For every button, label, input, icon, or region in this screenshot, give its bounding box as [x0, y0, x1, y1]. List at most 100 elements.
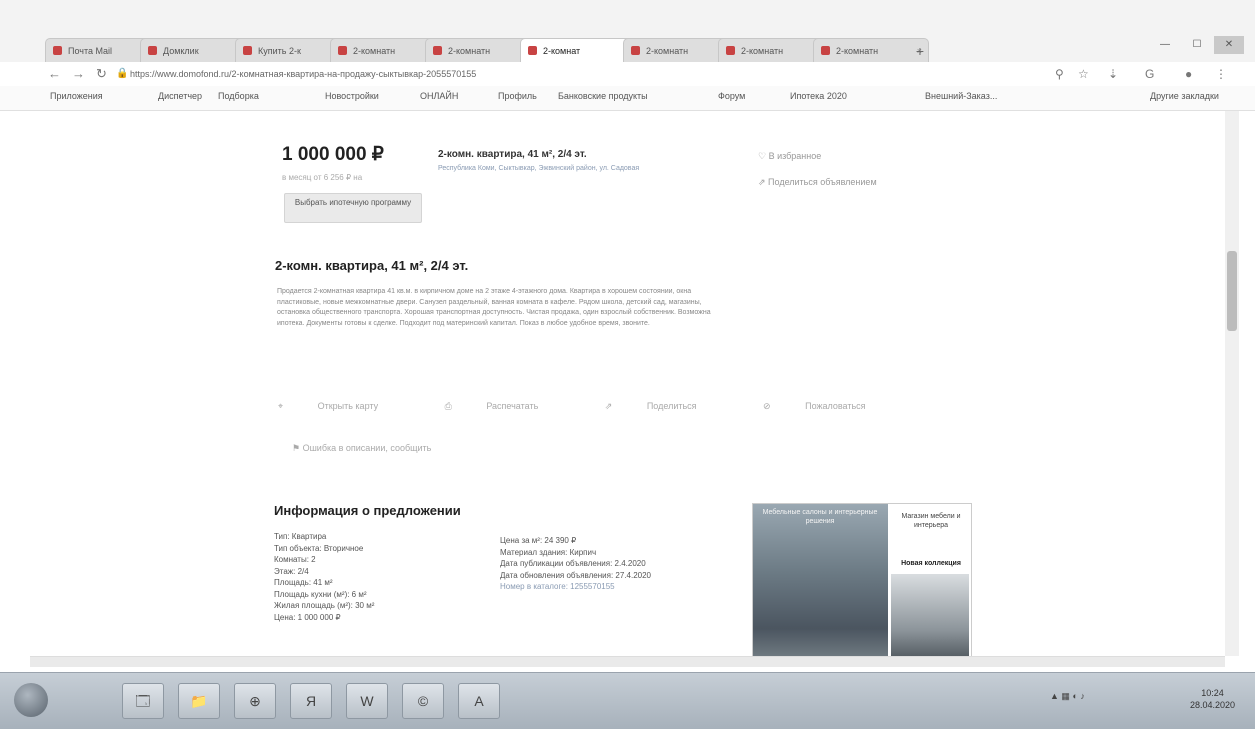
taskbar-acrobat[interactable]: A: [458, 683, 500, 719]
tab-favicon-icon: [338, 46, 347, 55]
taskbar-yandex[interactable]: Я: [290, 683, 332, 719]
back-icon[interactable]: ←: [48, 66, 61, 81]
info-row: Этаж: 2/4: [274, 566, 309, 576]
heart-icon: ♡: [758, 151, 769, 161]
card-address[interactable]: Республика Коми, Сыктывкар, Эжвинский ра…: [438, 164, 673, 173]
favorite-button[interactable]: ♡ В избранное: [758, 151, 821, 162]
star-icon[interactable]: ☆: [1078, 67, 1089, 81]
system-tray[interactable]: ▲ ▦ ◐ ♪: [1050, 691, 1085, 702]
scrollbar-thumb[interactable]: [1227, 251, 1237, 331]
windows-taskbar: 🗔 📁 ⊕ Я W © A ▲ ▦ ◐ ♪ 10:24 28.04.2020: [0, 672, 1255, 729]
info-row: Дата публикации объявления: 2.4.2020: [500, 559, 646, 568]
search-icon[interactable]: ⚲: [1055, 67, 1064, 81]
horizontal-scrollbar[interactable]: [30, 656, 1225, 667]
tab-label: 2-комнат: [543, 46, 581, 56]
bookmark-item[interactable]: Форум: [718, 91, 745, 101]
report-error-label: Ошибка в описании, сообщить: [302, 443, 432, 453]
report-label: Пожаловаться: [805, 401, 866, 411]
print-icon: ⎙: [444, 401, 455, 411]
new-tab-button[interactable]: +: [910, 42, 930, 60]
share-icon: ⇗: [604, 401, 615, 411]
vertical-scrollbar[interactable]: [1225, 111, 1239, 656]
bookmark-item[interactable]: Банковские продукты: [558, 91, 648, 101]
browser-toolbar: ← → ↻ 🔒 https://www.domofond.ru/2-комнат…: [0, 62, 1255, 87]
info-right-list: Цена за м²: 24 390 ₽ Материал здания: Ки…: [500, 535, 651, 593]
ad-right-text: Магазин мебели и интерьера: [901, 513, 961, 529]
listing-description: Продается 2-комнатная квартира 41 кв.м. …: [277, 288, 711, 327]
extension-icon[interactable]: ⇣: [1108, 67, 1118, 81]
info-row: Тип объекта: Вторичное: [274, 543, 364, 553]
taskbar-word[interactable]: W: [346, 683, 388, 719]
info-row: Жилая площадь (м²): 30 м²: [274, 601, 375, 610]
bookmark-item[interactable]: Подборка: [218, 91, 259, 101]
info-row: Комнаты: 2: [274, 555, 316, 564]
tab-favicon-icon: [631, 46, 640, 55]
profile-avatar-icon[interactable]: ●: [1185, 67, 1192, 81]
share-label: Поделиться объявлением: [768, 177, 877, 187]
network-icon[interactable]: ▲ ▦ ◐ ♪: [1050, 691, 1085, 701]
map-icon: ⌖: [278, 401, 286, 411]
bookmark-apps[interactable]: Приложения: [50, 91, 103, 101]
taskbar-app[interactable]: ©: [402, 683, 444, 719]
bookmark-item[interactable]: Профиль: [498, 91, 537, 101]
taskbar-folder[interactable]: 📁: [178, 683, 220, 719]
google-icon[interactable]: G: [1145, 67, 1154, 81]
address-bar[interactable]: https://www.domofond.ru/2-комнатная-квар…: [130, 65, 1030, 83]
info-title: Информация о предложении: [274, 503, 461, 518]
info-row: Цена за м²: 24 390 ₽: [500, 536, 577, 545]
ad-left-text: Мебельные салоны и интерьерные решения: [762, 509, 878, 525]
favorite-label: В избранное: [768, 151, 822, 161]
info-row[interactable]: Номер в каталоге: 1255570155: [500, 581, 651, 593]
bookmark-item[interactable]: Внешний-Заказ...: [925, 91, 997, 101]
report-error-link[interactable]: ⚑ Ошибка в описании, сообщить: [292, 443, 431, 454]
bookmark-other[interactable]: Другие закладки: [1150, 91, 1219, 101]
bookmark-item[interactable]: Диспетчер: [158, 91, 202, 101]
report-button[interactable]: ⊘ Пожаловаться: [763, 401, 897, 411]
menu-icon[interactable]: ⋮: [1215, 67, 1227, 81]
map-button[interactable]: ⌖ Открыть карту: [278, 401, 410, 411]
reload-icon[interactable]: ↻: [96, 66, 107, 82]
browser-tab-strip: Почта Mail× Домклик× Купить 2-к× 2-комна…: [0, 0, 1255, 63]
forward-icon[interactable]: →: [72, 66, 85, 81]
map-label: Открыть карту: [317, 401, 379, 411]
info-row: Тип: Квартира: [274, 532, 327, 541]
tab-label: 2-комнатн: [448, 46, 491, 56]
print-label: Распечатать: [486, 401, 539, 411]
close-window-icon[interactable]: ✕: [1214, 36, 1244, 54]
advertisement-banner[interactable]: Мебельные салоны и интерьерные решения М…: [752, 503, 972, 656]
maximize-icon[interactable]: ☐: [1182, 36, 1212, 54]
bookmark-item[interactable]: Новостройки: [325, 91, 379, 101]
tab-favicon-icon: [726, 46, 735, 55]
bookmark-item[interactable]: ОНЛАЙН: [420, 91, 458, 101]
taskbar-explorer[interactable]: 🗔: [122, 683, 164, 719]
share-action-label: Поделиться: [646, 401, 697, 411]
flag-icon: ⚑: [292, 443, 303, 453]
info-row: Площадь кухни (м²): 6 м²: [274, 589, 367, 599]
info-row: Материал здания: Кирпич: [500, 547, 597, 557]
tab-label: 2-комнатн: [836, 46, 879, 56]
tab-label: Почта Mail: [68, 46, 112, 56]
tab-favicon-icon: [528, 46, 537, 55]
print-button[interactable]: ⎙ Распечатать: [445, 401, 571, 411]
taskbar-chrome[interactable]: ⊕: [234, 683, 276, 719]
info-row: Площадь: 41 м²: [274, 578, 333, 587]
info-row: Цена: 1 000 000 ₽: [274, 612, 341, 622]
listing-actions: ⌖ Открыть карту ⎙ Распечатать ⇗ Поделить…: [278, 401, 930, 412]
ad-caption: Новая коллекция: [901, 560, 961, 567]
system-clock[interactable]: 10:24 28.04.2020: [1190, 687, 1235, 711]
clock-time: 10:24: [1201, 688, 1224, 698]
start-button[interactable]: [14, 683, 48, 717]
report-icon: ⊘: [763, 401, 774, 411]
tab-label: Домклик: [163, 46, 199, 56]
tab-favicon-icon: [243, 46, 252, 55]
tab-label: Купить 2-к: [258, 46, 301, 56]
info-left-list: Тип: Квартира Тип объекта: Вторичное Ком…: [274, 531, 374, 623]
bookmark-item[interactable]: Ипотека 2020: [790, 91, 847, 101]
mortgage-button[interactable]: Выбрать ипотечную программу: [284, 193, 422, 223]
card-title: 2-комн. квартира, 41 м², 2/4 эт.: [438, 149, 587, 160]
price-monthly: в месяц от 6 256 ₽ на: [282, 173, 363, 182]
tab-label: 2-комнатн: [646, 46, 689, 56]
minimize-icon[interactable]: —: [1150, 36, 1180, 54]
share-button[interactable]: ⇗ Поделиться объявлением: [758, 177, 877, 188]
share-action-button[interactable]: ⇗ Поделиться: [605, 401, 729, 411]
